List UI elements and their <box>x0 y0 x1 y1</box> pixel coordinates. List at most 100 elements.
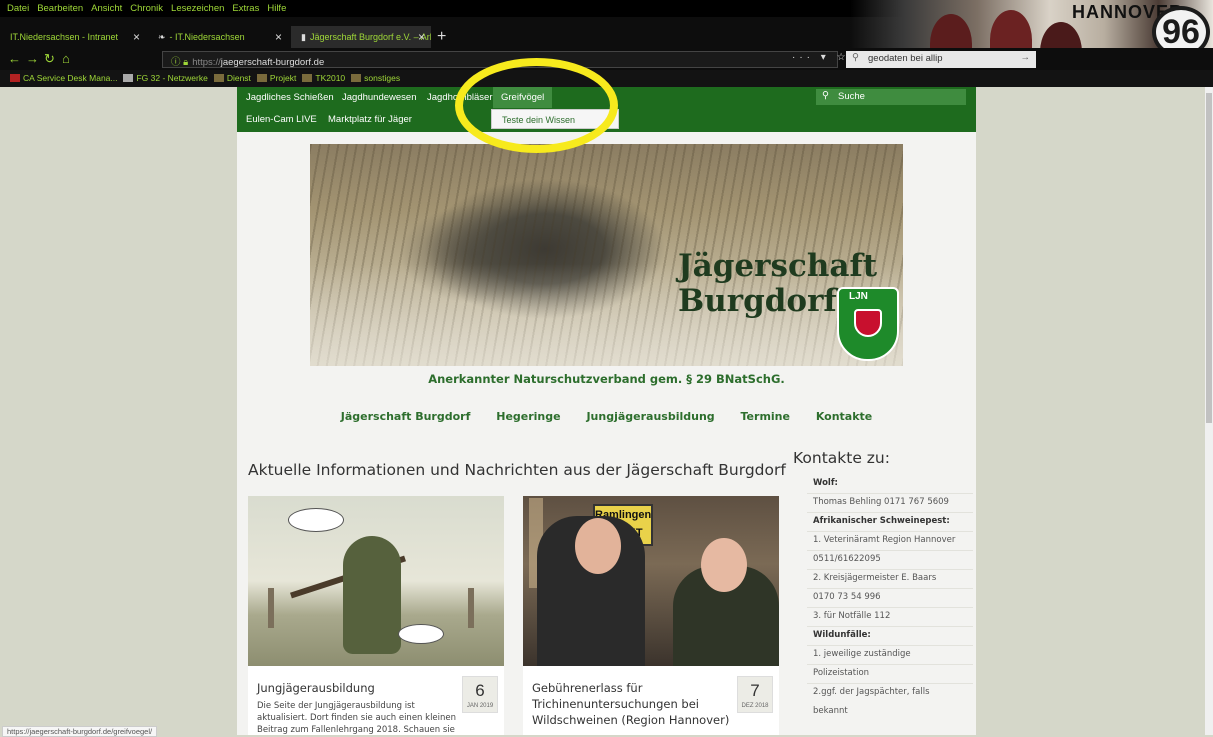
contact-row: Polizeistation <box>813 668 870 678</box>
bookmark-folder-tk2010[interactable]: TK2010 <box>302 70 351 83</box>
main-nav-jaegerschaft[interactable]: Jägerschaft Burgdorf <box>341 410 471 423</box>
contact-row: Afrikanischer Schweinepest: <box>813 516 950 526</box>
tree-shape <box>268 588 274 628</box>
tab-jaegerschaft[interactable]: ▮ Jägerschaft Burgdorf e.V. – Arb × <box>291 26 431 48</box>
hero-image: Jägerschaft Burgdorf LJN <box>310 144 903 366</box>
page-favicon-icon: ❧ <box>158 32 166 42</box>
url-host: jaegerschaft-burgdorf.de <box>220 57 325 68</box>
tab-intranet[interactable]: IT.Niedersachsen - Intranet × <box>0 26 146 48</box>
tab-it-niedersachsen[interactable]: ❧ - IT.Niedersachsen × <box>148 26 288 48</box>
folder-icon <box>256 74 267 82</box>
news-card[interactable]: Ramlingen ROCKT Gebührenerlass für Trich… <box>523 496 779 735</box>
news-card[interactable]: Jungjägerausbildung 6 JAN 2019 Die Seite… <box>248 496 504 735</box>
close-tab-icon[interactable]: × <box>418 30 425 44</box>
page-scrollbar[interactable] <box>1205 87 1213 735</box>
divider <box>807 588 973 589</box>
dropdown-teste-dein-wissen[interactable]: Teste dein Wissen <box>491 109 619 129</box>
bookmark-folder-dienst[interactable]: Dienst <box>213 70 257 83</box>
home-icon[interactable]: ⌂ <box>62 51 70 66</box>
url-bar[interactable]: ⓘ 🔒︎ https://jaegerschaft-burgdorf.de <box>162 51 838 68</box>
contact-row: 0511/61622095 <box>813 554 881 564</box>
menu-hilfe[interactable]: Hilfe <box>263 0 290 14</box>
nav-marktplatz[interactable]: Marktplatz für Jäger <box>328 114 412 125</box>
contact-row: Wolf: <box>813 478 838 488</box>
menu-datei[interactable]: Datei <box>0 0 33 14</box>
divider <box>807 569 973 570</box>
folder-icon <box>351 74 362 82</box>
new-tab-button[interactable]: + <box>437 28 446 46</box>
menu-ansicht[interactable]: Ansicht <box>87 0 126 14</box>
main-nav-kontakte[interactable]: Kontakte <box>816 410 872 423</box>
site-search-input[interactable]: ⚲ Suche <box>816 89 966 105</box>
nav-jagdhundewesen[interactable]: Jagdhundewesen <box>342 92 416 103</box>
nav-jagdliches-schiessen[interactable]: Jagdliches Schießen <box>246 92 334 103</box>
card-excerpt: Die Seite der Jungjägerausbildung ist ak… <box>257 701 457 735</box>
bookmark-icon <box>123 74 134 82</box>
forward-icon[interactable]: → <box>26 51 39 66</box>
lock-icon[interactable]: ⓘ 🔒︎ <box>171 57 188 68</box>
main-nav: Jägerschaft Burgdorf Hegeringe Jungjäger… <box>237 410 976 423</box>
tab-label: IT.Niedersachsen - Intranet <box>10 32 119 42</box>
divider <box>807 531 973 532</box>
nav-eulen-cam[interactable]: Eulen-Cam LIVE <box>246 114 317 125</box>
status-url: https://jaegerschaft-burgdorf.de/greifvo… <box>2 726 158 737</box>
divider <box>807 550 973 551</box>
page-viewport: Jagdliches Schießen Jagdhundewesen Jagdh… <box>0 87 1205 735</box>
speech-bubble <box>398 624 444 644</box>
tab-label: Jägerschaft Burgdorf e.V. – Arb <box>309 32 431 42</box>
divider <box>807 607 973 608</box>
date-badge: 6 JAN 2019 <box>462 676 498 713</box>
contact-row: Thomas Behling 0171 767 5609 <box>813 497 949 507</box>
menu-lesezeichen[interactable]: Lesezeichen <box>167 0 228 14</box>
browser-search-input[interactable]: ⚲ geodaten bei allip → <box>846 51 1036 68</box>
search-icon: ⚲ <box>852 52 859 63</box>
contact-row: 2.ggf. der Jagspächter, falls <box>813 687 930 697</box>
nav-jagdhornblaeser[interactable]: Jagdhornbläser <box>427 92 493 103</box>
news-heading: Aktuelle Informationen und Nachrichten a… <box>248 461 786 479</box>
scrollbar-thumb[interactable] <box>1206 93 1212 423</box>
card-title[interactable]: Jungjägerausbildung <box>257 680 457 696</box>
folder-icon <box>213 74 224 82</box>
divider <box>807 493 973 494</box>
search-value: geodaten bei allip <box>868 53 943 64</box>
contacts-sidebar: Kontakte zu: Wolf: Thomas Behling 0171 7… <box>793 449 973 716</box>
bookmark-ca-service-desk[interactable]: CA Service Desk Mana... <box>0 70 123 83</box>
search-icon: ⚲ <box>822 90 829 101</box>
close-tab-icon[interactable]: × <box>275 30 282 44</box>
person-head <box>575 518 621 574</box>
main-nav-jungjaegerausbildung[interactable]: Jungjägerausbildung <box>586 410 714 423</box>
page-actions[interactable]: ··· ▾ ☆ <box>792 52 850 63</box>
menu-chronik[interactable]: Chronik <box>126 0 167 14</box>
reload-icon[interactable]: ↻ <box>44 51 55 67</box>
site-search-label: Suche <box>838 91 865 102</box>
main-nav-termine[interactable]: Termine <box>741 410 790 423</box>
close-tab-icon[interactable]: × <box>133 30 140 44</box>
divider <box>807 683 973 684</box>
bookmark-folder-projekt[interactable]: Projekt <box>256 70 302 83</box>
ljn-crest-icon: LJN <box>837 287 899 361</box>
back-icon[interactable]: ← <box>8 51 21 66</box>
folder-icon <box>302 74 313 82</box>
divider <box>807 626 973 627</box>
crest-shield <box>854 309 882 337</box>
search-go-icon[interactable]: → <box>1021 52 1031 63</box>
nav-greifvoegel[interactable]: Greifvögel <box>493 87 553 108</box>
card-image[interactable] <box>248 496 504 666</box>
site-container: Jagdliches Schießen Jagdhundewesen Jagdh… <box>237 87 976 735</box>
divider <box>807 664 973 665</box>
tab-label: - IT.Niedersachsen <box>169 32 245 42</box>
card-image[interactable]: Ramlingen ROCKT <box>523 496 779 666</box>
menu-bearbeiten[interactable]: Bearbeiten <box>33 0 87 14</box>
bookmark-folder-sonstiges[interactable]: sonstiges <box>351 70 406 83</box>
crest-label: LJN <box>849 291 868 302</box>
bookmarks-bar: CA Service Desk Mana... FG 32 - Netzwerke… <box>0 70 1213 87</box>
contact-row: 1. Veterinäramt Region Hannover <box>813 535 956 545</box>
main-nav-hegeringe[interactable]: Hegeringe <box>496 410 560 423</box>
menu-extras[interactable]: Extras <box>228 0 263 14</box>
bookmark-fg32[interactable]: FG 32 - Netzwerke <box>123 70 213 83</box>
card-title[interactable]: Gebührenerlass für Trichinenuntersuchung… <box>532 680 732 728</box>
tagline: Anerkannter Naturschutzverband gem. § 29… <box>428 372 785 386</box>
contact-row: 2. Kreisjägermeister E. Baars <box>813 573 937 583</box>
bookmark-icon <box>10 74 20 82</box>
divider <box>807 645 973 646</box>
